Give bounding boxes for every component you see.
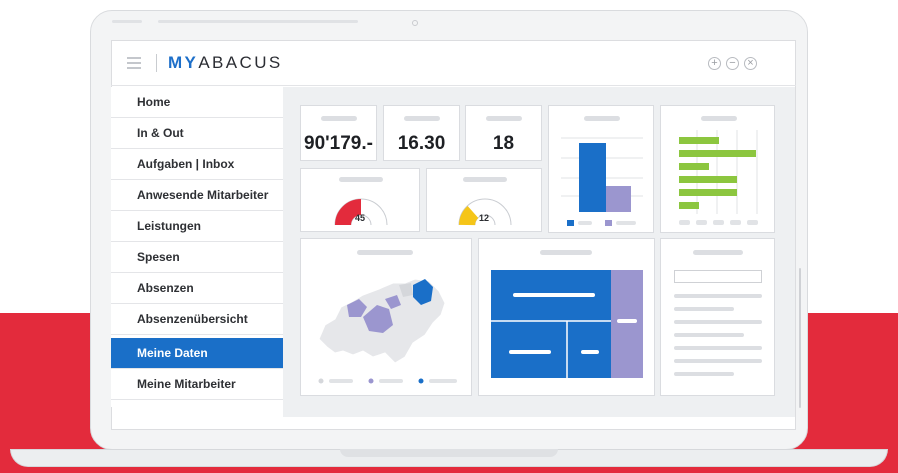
list-item[interactable] <box>674 346 762 350</box>
horizontal-bar-chart-card[interactable] <box>660 105 775 233</box>
kpi-card[interactable]: 16.30 <box>383 105 460 161</box>
treemap-icon <box>491 270 643 378</box>
list-item[interactable] <box>674 333 744 337</box>
placeholder-bar <box>693 250 743 255</box>
placeholder-bar <box>404 116 440 121</box>
sidebar-item-tasks-inbox[interactable]: Aufgaben | Inbox <box>111 149 283 180</box>
search-field[interactable] <box>674 270 762 283</box>
list-item[interactable] <box>674 307 734 311</box>
close-icon[interactable]: × <box>744 57 757 70</box>
horizontal-bar-chart-icon <box>679 130 758 225</box>
laptop-deco-line <box>112 20 142 23</box>
kpi-value: 16.30 <box>397 133 446 154</box>
placeholder-bar <box>486 116 522 121</box>
app-logo: MYABACUS <box>168 53 283 73</box>
hamburger-menu-icon[interactable] <box>127 62 141 64</box>
logo-separator <box>156 54 157 72</box>
sidebar-item-my-employees[interactable]: Meine Mitarbeiter <box>111 369 283 400</box>
sidebar-item-services[interactable]: Leistungen <box>111 211 283 242</box>
sidebar-item-home[interactable]: Home <box>111 87 283 118</box>
placeholder-bar <box>321 116 357 121</box>
sidebar-item-absence-overview[interactable]: Absenzenübersicht <box>111 304 283 335</box>
map-card[interactable] <box>300 238 472 396</box>
kpi-value: 90'179.- <box>304 133 373 154</box>
scrollbar[interactable] <box>799 268 801 408</box>
gauge-value: 12 <box>479 213 490 223</box>
switzerland-map-icon <box>318 278 457 384</box>
bar-chart-card[interactable] <box>548 105 654 233</box>
sidebar-item-expenses[interactable]: Spesen <box>111 242 283 273</box>
sidebar-item-present-employees[interactable]: Anwesende Mitarbeiter <box>111 180 283 211</box>
kpi-card[interactable]: 90'179.- <box>300 105 377 161</box>
list-item[interactable] <box>674 294 762 298</box>
sidebar-item-my-data[interactable]: Meine Daten <box>111 338 283 369</box>
zoom-in-icon[interactable]: + <box>708 57 721 70</box>
kpi-card[interactable]: 18 <box>465 105 542 161</box>
list-card[interactable] <box>660 238 775 396</box>
kpi-value: 18 <box>492 133 515 154</box>
laptop-camera <box>412 20 418 26</box>
zoom-out-icon[interactable]: − <box>726 57 739 70</box>
sidebar-nav: Home In & Out Aufgaben | Inbox Anwesende… <box>111 87 283 407</box>
gauge-card[interactable]: 45 <box>300 168 420 232</box>
list-item[interactable] <box>674 320 762 324</box>
gauge-card[interactable]: 12 <box>426 168 542 232</box>
laptop-deco-line <box>158 20 358 23</box>
gauge-icon <box>458 198 512 226</box>
hamburger-menu-icon[interactable] <box>127 57 141 59</box>
sidebar-item-absences[interactable]: Absenzen <box>111 273 283 304</box>
gauge-icon <box>326 190 396 226</box>
bar-chart-icon <box>561 137 643 226</box>
laptop-base-notch <box>340 449 558 457</box>
list-item[interactable] <box>674 359 762 363</box>
gauge-value: 45 <box>355 213 366 223</box>
logo-suffix: ABACUS <box>198 53 283 72</box>
dashboard-area: 90'179.- 16.30 18 45 12 <box>283 87 795 417</box>
treemap-card[interactable] <box>478 238 655 396</box>
list-item[interactable] <box>674 372 734 376</box>
sidebar-item-in-out[interactable]: In & Out <box>111 118 283 149</box>
hamburger-menu-icon[interactable] <box>127 67 141 69</box>
logo-prefix: MY <box>168 53 199 72</box>
